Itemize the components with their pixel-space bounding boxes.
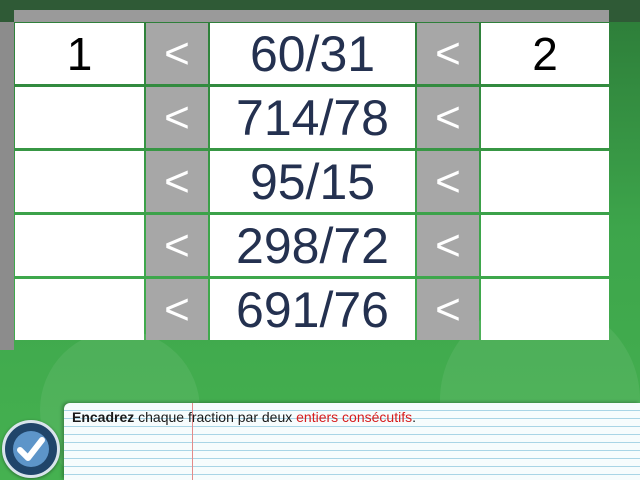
instruction-end: . [412, 409, 416, 425]
instruction-notebook: Encadrez chaque fraction par deux entier… [64, 403, 640, 480]
table-left-strip [0, 22, 14, 350]
lower-bound-input[interactable]: 1 [15, 23, 144, 84]
less-than-sign: < [146, 23, 208, 84]
fraction-value: 95/15 [210, 151, 415, 212]
less-than-sign: < [146, 87, 208, 148]
upper-bound-input[interactable] [481, 151, 609, 212]
instruction-middle: chaque fraction par deux [134, 409, 297, 425]
instruction-text: Encadrez chaque fraction par deux entier… [72, 409, 416, 425]
fraction-table: 1 < 60/31 < 2 < 714/78 < < 95/15 < < 298… [0, 10, 610, 350]
less-than-sign: < [417, 23, 479, 84]
less-than-sign: < [146, 151, 208, 212]
lower-bound-input[interactable] [15, 279, 144, 340]
checkmark-icon [13, 431, 49, 467]
lower-bound-input[interactable] [15, 151, 144, 212]
upper-bound-input[interactable] [481, 215, 609, 276]
upper-bound-input[interactable]: 2 [481, 23, 609, 84]
fraction-value: 60/31 [210, 23, 415, 84]
table-header-strip [14, 10, 609, 22]
less-than-sign: < [417, 151, 479, 212]
upper-bound-input[interactable] [481, 87, 609, 148]
fraction-value: 714/78 [210, 87, 415, 148]
less-than-sign: < [417, 279, 479, 340]
less-than-sign: < [146, 279, 208, 340]
less-than-sign: < [417, 215, 479, 276]
instruction-highlight: entiers consécutifs [296, 409, 413, 425]
lower-bound-input[interactable] [15, 87, 144, 148]
lower-bound-input[interactable] [15, 215, 144, 276]
less-than-sign: < [146, 215, 208, 276]
fraction-value: 691/76 [210, 279, 415, 340]
less-than-sign: < [417, 87, 479, 148]
validate-button[interactable] [2, 420, 60, 478]
instruction-verb: Encadrez [72, 409, 135, 425]
fraction-value: 298/72 [210, 215, 415, 276]
upper-bound-input[interactable] [481, 279, 609, 340]
